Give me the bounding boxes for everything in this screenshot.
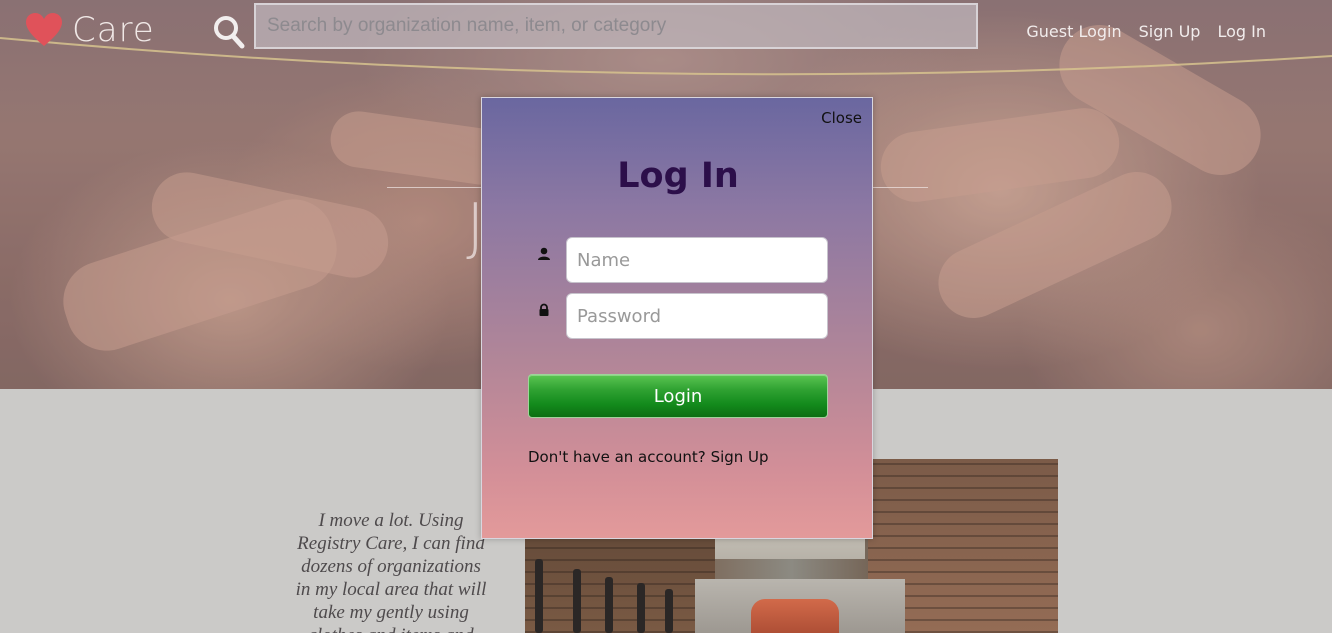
nav-guest-login[interactable]: Guest Login bbox=[1026, 22, 1121, 41]
quote-line: clothes and items and bbox=[282, 624, 500, 633]
user-icon bbox=[538, 247, 550, 260]
search-button[interactable] bbox=[212, 14, 246, 50]
photo-bollard bbox=[573, 569, 581, 633]
logo[interactable]: Care bbox=[26, 10, 155, 50]
testimonial-quote: I move a lot. Using Registry Care, I can… bbox=[282, 509, 500, 633]
logo-text: Care bbox=[72, 10, 155, 50]
header-nav: Guest Login Sign Up Log In bbox=[1009, 22, 1266, 41]
top-header: Care Guest Login Sign Up Log In bbox=[0, 0, 1332, 76]
quote-line: I move a lot. Using bbox=[318, 510, 464, 531]
signup-prompt: Don't have an account? Sign Up bbox=[528, 448, 769, 466]
modal-title: Log In bbox=[617, 156, 739, 196]
quote-line: dozens of organizations bbox=[301, 556, 481, 577]
signup-link[interactable]: Sign Up bbox=[711, 448, 769, 466]
quote-line: Registry Care, I can find bbox=[297, 533, 485, 554]
login-modal: Close Log In Login Don't have an account… bbox=[481, 97, 873, 539]
password-field[interactable] bbox=[566, 293, 828, 339]
nav-sign-up[interactable]: Sign Up bbox=[1139, 22, 1201, 41]
lock-icon bbox=[539, 303, 549, 316]
photo-armchair bbox=[751, 599, 839, 633]
photo-bollard bbox=[605, 577, 613, 633]
nav-log-in[interactable]: Log In bbox=[1217, 22, 1266, 41]
photo-bollard bbox=[535, 559, 543, 633]
name-field[interactable] bbox=[566, 237, 828, 283]
heart-icon bbox=[26, 13, 62, 46]
quote-line: take my gently using bbox=[313, 602, 469, 623]
photo-bollard bbox=[665, 589, 673, 633]
search-icon bbox=[214, 16, 245, 49]
login-button[interactable]: Login bbox=[528, 374, 828, 418]
close-button[interactable]: Close bbox=[821, 109, 862, 127]
search-input[interactable] bbox=[254, 3, 978, 49]
signup-prompt-text: Don't have an account? bbox=[528, 448, 706, 466]
photo-bollard bbox=[637, 583, 645, 633]
quote-line: in my local area that will bbox=[295, 579, 487, 600]
